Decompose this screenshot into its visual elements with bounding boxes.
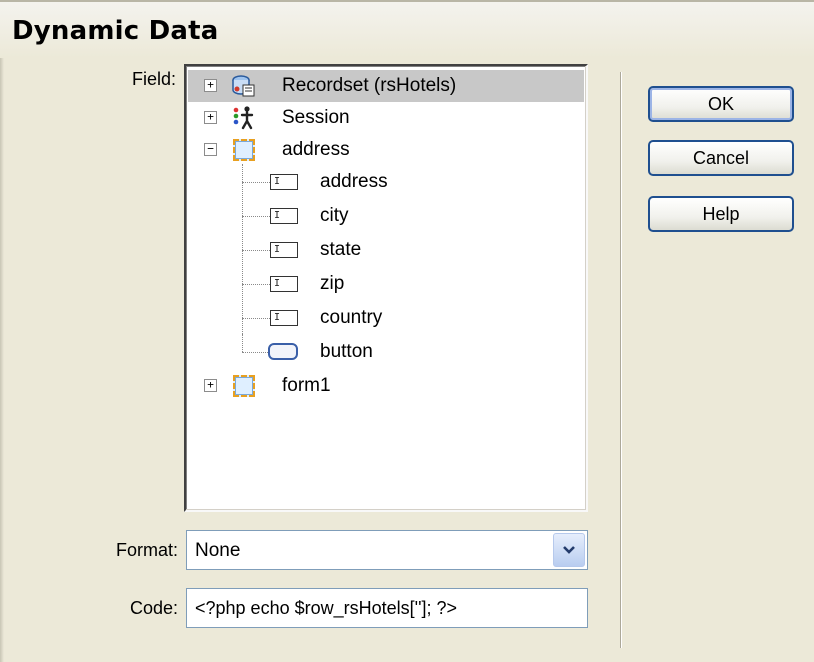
tree-item-label: state: [320, 239, 362, 260]
tree-item-form1[interactable]: + form1: [188, 370, 584, 402]
expand-icon[interactable]: +: [204, 111, 217, 124]
expand-icon[interactable]: +: [204, 79, 217, 92]
code-input[interactable]: [186, 588, 588, 628]
format-selected-value: None: [195, 540, 241, 561]
window-border: [0, 58, 4, 662]
session-icon: [233, 106, 254, 130]
tree-item-label: city: [320, 205, 349, 226]
tree-item-country[interactable]: I country: [188, 302, 584, 334]
tree-item-label: button: [320, 341, 373, 362]
dynamic-data-dialog: Dynamic Data Field: + Recordset (rsHotel…: [0, 0, 814, 662]
format-label: Format:: [115, 540, 178, 560]
form-icon: [233, 139, 255, 161]
text-field-icon: I: [270, 276, 298, 292]
tree-item-city[interactable]: I city: [188, 200, 584, 232]
tree-item-label: zip: [320, 273, 345, 294]
expand-icon[interactable]: +: [204, 379, 217, 392]
tree-item-zip[interactable]: I zip: [188, 268, 584, 300]
tree-connector: [242, 284, 270, 285]
ok-button[interactable]: OK: [648, 86, 794, 122]
field-label: Field:: [131, 69, 176, 89]
tree-item-address[interactable]: I address: [188, 166, 584, 198]
code-label: Code:: [129, 598, 178, 618]
tree-connector: [242, 334, 243, 352]
tree-connector: [242, 182, 270, 183]
tree-connector: [242, 250, 270, 251]
format-dropdown-button[interactable]: [553, 533, 585, 567]
cancel-button[interactable]: Cancel: [648, 140, 794, 176]
tree-item-state[interactable]: I state: [188, 234, 584, 266]
chevron-down-icon: [563, 546, 575, 554]
tree-item-recordset[interactable]: + Recordset (rsHotels): [188, 70, 584, 102]
tree-item-label: address: [282, 139, 350, 160]
tree-item-label: country: [320, 307, 383, 328]
text-field-icon: I: [270, 208, 298, 224]
vertical-separator: [620, 72, 622, 648]
help-button[interactable]: Help: [648, 196, 794, 232]
form-icon: [233, 375, 255, 397]
recordset-icon: [232, 75, 255, 97]
tree-item-label: form1: [282, 375, 331, 396]
tree-item-session[interactable]: + Session: [188, 102, 584, 134]
tree-item-label: address: [320, 171, 388, 192]
button-icon: [268, 343, 298, 360]
tree-connector: [242, 352, 270, 353]
field-tree[interactable]: + Recordset (rsHotels) + Session − addre…: [184, 64, 588, 512]
tree-item-address-form[interactable]: − address: [188, 134, 584, 166]
format-select[interactable]: None: [186, 530, 588, 570]
dialog-title: Dynamic Data: [12, 16, 219, 46]
tree-item-label: Session: [282, 107, 350, 128]
tree-item-label: Recordset (rsHotels): [282, 75, 457, 96]
text-field-icon: I: [270, 310, 298, 326]
title-bar: Dynamic Data: [0, 0, 814, 58]
tree-item-button[interactable]: button: [188, 334, 584, 368]
tree-connector: [242, 318, 270, 319]
tree-connector: [242, 216, 270, 217]
text-field-icon: I: [270, 242, 298, 258]
collapse-icon[interactable]: −: [204, 143, 217, 156]
text-field-icon: I: [270, 174, 298, 190]
